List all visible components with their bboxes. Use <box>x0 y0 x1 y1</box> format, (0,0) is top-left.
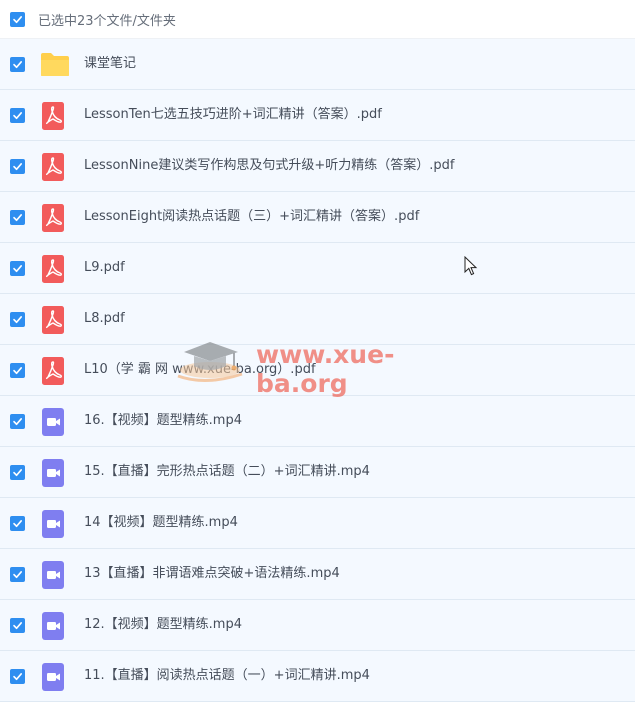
pdf-icon <box>40 255 70 283</box>
checkmark-icon <box>13 15 22 23</box>
file-checkbox[interactable] <box>10 260 25 276</box>
file-row[interactable]: 11.【直播】阅读热点话题（一）+词汇精讲.mp4 <box>0 651 635 702</box>
file-checkbox[interactable] <box>10 413 25 429</box>
file-row[interactable]: 13【直播】非谓语难点突破+语法精练.mp4 <box>0 549 635 600</box>
checkmark-icon <box>13 621 22 629</box>
video-icon <box>40 663 70 691</box>
checkmark-icon <box>13 570 22 578</box>
selection-count-label: 已选中23个文件/文件夹 <box>38 13 176 29</box>
pdf-icon <box>40 306 70 334</box>
selection-header: 已选中23个文件/文件夹 <box>0 0 635 39</box>
file-row[interactable]: LessonNine建议类写作构思及句式升级+听力精练（答案）.pdf <box>0 141 635 192</box>
file-row[interactable]: L9.pdf <box>0 243 635 294</box>
checkmark-icon <box>13 366 22 374</box>
video-icon <box>40 510 70 538</box>
pdf-icon <box>40 102 70 130</box>
file-checkbox[interactable] <box>10 668 25 684</box>
file-name[interactable]: LessonTen七选五技巧进阶+词汇精讲（答案）.pdf <box>84 90 382 140</box>
file-row[interactable]: L8.pdf <box>0 294 635 345</box>
file-name[interactable]: LessonEight阅读热点话题（三）+词汇精讲（答案）.pdf <box>84 192 419 242</box>
file-checkbox[interactable] <box>10 158 25 174</box>
file-name[interactable]: L8.pdf <box>84 294 125 344</box>
mouse-cursor-icon <box>464 256 478 276</box>
file-name[interactable]: 15.【直播】完形热点话题（二）+词汇精讲.mp4 <box>84 447 370 497</box>
video-icon <box>40 459 70 487</box>
file-row[interactable]: 课堂笔记 <box>0 39 635 90</box>
file-row[interactable]: 12.【视频】题型精练.mp4 <box>0 600 635 651</box>
file-checkbox[interactable] <box>10 617 25 633</box>
file-name[interactable]: 16.【视频】题型精练.mp4 <box>84 396 242 446</box>
file-name[interactable]: 13【直播】非谓语难点突破+语法精练.mp4 <box>84 549 340 599</box>
file-checkbox[interactable] <box>10 56 25 72</box>
file-row[interactable]: 15.【直播】完形热点话题（二）+词汇精讲.mp4 <box>0 447 635 498</box>
checkmark-icon <box>13 468 22 476</box>
folder-icon <box>40 51 70 79</box>
file-name[interactable]: L9.pdf <box>84 243 125 293</box>
checkmark-icon <box>13 213 22 221</box>
video-icon <box>40 561 70 589</box>
file-checkbox[interactable] <box>10 362 25 378</box>
file-row[interactable]: L10（学 霸 网 www.xue-ba.org）.pdf <box>0 345 635 396</box>
video-icon <box>40 612 70 640</box>
checkmark-icon <box>13 672 22 680</box>
pdf-icon <box>40 153 70 181</box>
file-checkbox[interactable] <box>10 464 25 480</box>
checkmark-icon <box>13 519 22 527</box>
video-icon <box>40 408 70 436</box>
file-name[interactable]: 课堂笔记 <box>84 39 136 89</box>
file-name[interactable]: 14【视频】题型精练.mp4 <box>84 498 238 548</box>
file-list: 课堂笔记 LessonTen七选五技巧进阶+词汇精讲（答案）.pdf LessonN… <box>0 39 635 702</box>
file-name[interactable]: L10（学 霸 网 www.xue-ba.org）.pdf <box>84 345 316 395</box>
checkmark-icon <box>13 315 22 323</box>
file-checkbox[interactable] <box>10 515 25 531</box>
file-name[interactable]: LessonNine建议类写作构思及句式升级+听力精练（答案）.pdf <box>84 141 454 191</box>
pdf-icon <box>40 204 70 232</box>
file-checkbox[interactable] <box>10 311 25 327</box>
file-checkbox[interactable] <box>10 566 25 582</box>
file-checkbox[interactable] <box>10 209 25 225</box>
file-row[interactable]: LessonTen七选五技巧进阶+词汇精讲（答案）.pdf <box>0 90 635 141</box>
file-name[interactable]: 11.【直播】阅读热点话题（一）+词汇精讲.mp4 <box>84 651 370 701</box>
file-row[interactable]: LessonEight阅读热点话题（三）+词汇精讲（答案）.pdf <box>0 192 635 243</box>
checkmark-icon <box>13 417 22 425</box>
pdf-icon <box>40 357 70 385</box>
checkmark-icon <box>13 60 22 68</box>
checkmark-icon <box>13 264 22 272</box>
checkmark-icon <box>13 111 22 119</box>
checkmark-icon <box>13 162 22 170</box>
file-name[interactable]: 12.【视频】题型精练.mp4 <box>84 600 242 650</box>
file-row[interactable]: 14【视频】题型精练.mp4 <box>0 498 635 549</box>
file-row[interactable]: 16.【视频】题型精练.mp4 <box>0 396 635 447</box>
file-checkbox[interactable] <box>10 107 25 123</box>
select-all-checkbox[interactable] <box>10 11 25 27</box>
